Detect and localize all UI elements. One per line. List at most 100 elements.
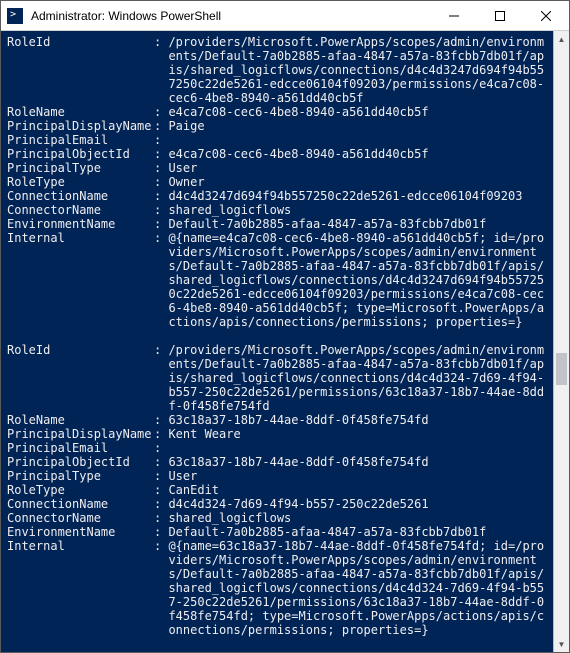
property-name: RoleName bbox=[7, 413, 154, 427]
property-value: User bbox=[168, 161, 551, 175]
property-separator: : bbox=[154, 203, 168, 217]
property-name: Internal bbox=[7, 231, 154, 329]
property-value: Default-7a0b2885-afaa-4847-a57a-83fcbb7d… bbox=[168, 217, 551, 231]
property-value: 63c18a37-18b7-44ae-8ddf-0f458fe754fd bbox=[168, 455, 551, 469]
window-title: Administrator: Windows PowerShell bbox=[29, 9, 431, 23]
property-name: PrincipalType bbox=[7, 469, 154, 483]
property-value: d4c4d3247d694f94b557250c22de5261-edcce06… bbox=[168, 189, 551, 203]
property-value: @{name=e4ca7c08-cec6-4be8-8940-a561dd40c… bbox=[168, 231, 551, 329]
minimize-button[interactable] bbox=[431, 1, 477, 30]
property-line: PrincipalEmail : bbox=[7, 441, 551, 455]
property-line: Internal : @{name=63c18a37-18b7-44ae-8dd… bbox=[7, 539, 551, 637]
property-name: PrincipalDisplayName bbox=[7, 119, 154, 133]
property-separator: : bbox=[154, 231, 168, 329]
property-line: PrincipalObjectId : e4ca7c08-cec6-4be8-8… bbox=[7, 147, 551, 161]
property-value: Kent Weare bbox=[168, 427, 551, 441]
property-value: CanEdit bbox=[168, 483, 551, 497]
property-name: ConnectorName bbox=[7, 511, 154, 525]
property-value: Owner bbox=[168, 175, 551, 189]
property-separator: : bbox=[154, 35, 168, 105]
property-line: RoleType : Owner bbox=[7, 175, 551, 189]
console-area: RoleId : /providers/Microsoft.PowerApps/… bbox=[1, 31, 569, 652]
property-name: RoleType bbox=[7, 175, 154, 189]
property-separator: : bbox=[154, 147, 168, 161]
property-separator: : bbox=[154, 511, 168, 525]
close-button[interactable] bbox=[523, 1, 569, 30]
scrollbar-track[interactable] bbox=[554, 47, 569, 636]
property-name: PrincipalObjectId bbox=[7, 147, 154, 161]
property-line: RoleId : /providers/Microsoft.PowerApps/… bbox=[7, 35, 551, 105]
window-controls bbox=[431, 1, 569, 30]
property-value bbox=[168, 133, 551, 147]
property-separator: : bbox=[154, 427, 168, 441]
property-line: RoleType : CanEdit bbox=[7, 483, 551, 497]
property-line: RoleId : /providers/Microsoft.PowerApps/… bbox=[7, 343, 551, 413]
property-name: EnvironmentName bbox=[7, 217, 154, 231]
property-separator: : bbox=[154, 217, 168, 231]
property-line: ConnectorName : shared_logicflows bbox=[7, 511, 551, 525]
property-value: 63c18a37-18b7-44ae-8ddf-0f458fe754fd bbox=[168, 413, 551, 427]
scroll-down-button[interactable]: ▼ bbox=[554, 636, 569, 652]
output-record: RoleId : /providers/Microsoft.PowerApps/… bbox=[7, 35, 551, 329]
property-value bbox=[168, 441, 551, 455]
property-value: User bbox=[168, 469, 551, 483]
property-line: Internal : @{name=e4ca7c08-cec6-4be8-894… bbox=[7, 231, 551, 329]
property-name: EnvironmentName bbox=[7, 525, 154, 539]
property-name: PrincipalEmail bbox=[7, 133, 154, 147]
maximize-button[interactable] bbox=[477, 1, 523, 30]
property-separator: : bbox=[154, 469, 168, 483]
property-name: PrincipalDisplayName bbox=[7, 427, 154, 441]
property-separator: : bbox=[154, 413, 168, 427]
property-line: RoleName : 63c18a37-18b7-44ae-8ddf-0f458… bbox=[7, 413, 551, 427]
property-separator: : bbox=[154, 539, 168, 637]
property-value: @{name=63c18a37-18b7-44ae-8ddf-0f458fe75… bbox=[168, 539, 551, 637]
property-separator: : bbox=[154, 119, 168, 133]
property-line: PrincipalObjectId : 63c18a37-18b7-44ae-8… bbox=[7, 455, 551, 469]
scrollbar-thumb[interactable] bbox=[556, 353, 567, 385]
property-separator: : bbox=[154, 133, 168, 147]
property-separator: : bbox=[154, 483, 168, 497]
property-line: PrincipalType : User bbox=[7, 161, 551, 175]
property-line: RoleName : e4ca7c08-cec6-4be8-8940-a561d… bbox=[7, 105, 551, 119]
property-line: PrincipalDisplayName: Kent Weare bbox=[7, 427, 551, 441]
property-name: ConnectionName bbox=[7, 497, 154, 511]
property-value: shared_logicflows bbox=[168, 511, 551, 525]
property-line: ConnectionName : d4c4d3247d694f94b557250… bbox=[7, 189, 551, 203]
property-name: RoleId bbox=[7, 35, 154, 105]
property-value: Paige bbox=[168, 119, 551, 133]
property-name: RoleType bbox=[7, 483, 154, 497]
powershell-icon bbox=[7, 8, 23, 24]
property-value: /providers/Microsoft.PowerApps/scopes/ad… bbox=[168, 35, 551, 105]
property-line: ConnectorName : shared_logicflows bbox=[7, 203, 551, 217]
console-output[interactable]: RoleId : /providers/Microsoft.PowerApps/… bbox=[1, 31, 553, 652]
property-separator: : bbox=[154, 343, 168, 413]
vertical-scrollbar[interactable]: ▲ ▼ bbox=[553, 31, 569, 652]
property-separator: : bbox=[154, 497, 168, 511]
titlebar[interactable]: Administrator: Windows PowerShell bbox=[1, 1, 569, 31]
property-name: ConnectionName bbox=[7, 189, 154, 203]
property-value: shared_logicflows bbox=[168, 203, 551, 217]
property-value: e4ca7c08-cec6-4be8-8940-a561dd40cb5f bbox=[168, 105, 551, 119]
property-separator: : bbox=[154, 525, 168, 539]
powershell-window: Administrator: Windows PowerShell RoleId… bbox=[0, 0, 570, 653]
property-value: e4ca7c08-cec6-4be8-8940-a561dd40cb5f bbox=[168, 147, 551, 161]
property-line: EnvironmentName : Default-7a0b2885-afaa-… bbox=[7, 217, 551, 231]
property-value: /providers/Microsoft.PowerApps/scopes/ad… bbox=[168, 343, 551, 413]
property-separator: : bbox=[154, 175, 168, 189]
output-record: RoleId : /providers/Microsoft.PowerApps/… bbox=[7, 343, 551, 637]
property-name: PrincipalObjectId bbox=[7, 455, 154, 469]
property-separator: : bbox=[154, 455, 168, 469]
property-name: RoleName bbox=[7, 105, 154, 119]
property-separator: : bbox=[154, 441, 168, 455]
property-value: d4c4d324-7d69-4f94-b557-250c22de5261 bbox=[168, 497, 551, 511]
property-name: PrincipalEmail bbox=[7, 441, 154, 455]
property-line: PrincipalDisplayName: Paige bbox=[7, 119, 551, 133]
property-value: Default-7a0b2885-afaa-4847-a57a-83fcbb7d… bbox=[168, 525, 551, 539]
property-line: EnvironmentName : Default-7a0b2885-afaa-… bbox=[7, 525, 551, 539]
property-line: PrincipalType : User bbox=[7, 469, 551, 483]
property-separator: : bbox=[154, 189, 168, 203]
property-name: ConnectorName bbox=[7, 203, 154, 217]
property-line: PrincipalEmail : bbox=[7, 133, 551, 147]
scroll-up-button[interactable]: ▲ bbox=[554, 31, 569, 47]
property-separator: : bbox=[154, 161, 168, 175]
